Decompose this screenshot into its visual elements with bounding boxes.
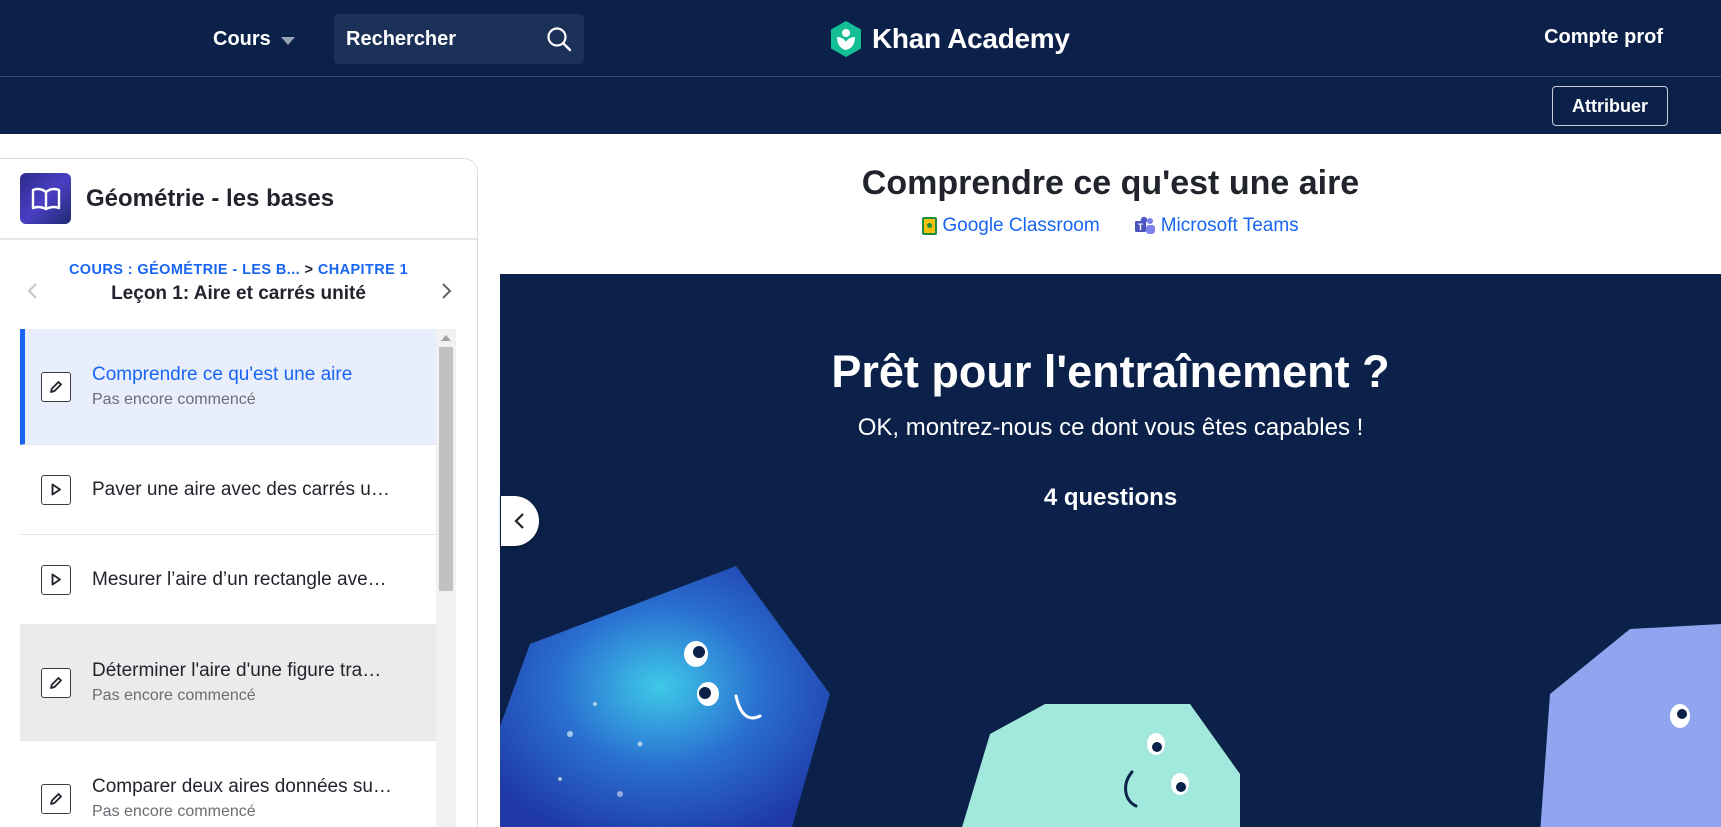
teacher-account-link[interactable]: Compte prof xyxy=(1544,26,1663,49)
breadcrumb-chapter-link[interactable]: CHAPITRE 1 xyxy=(318,262,408,278)
item-title: Comprendre ce qu'est une aire xyxy=(92,364,353,385)
assign-bar: Attribuer xyxy=(0,77,1721,134)
previous-lesson-icon[interactable] xyxy=(26,282,40,300)
microsoft-teams-label: Microsoft Teams xyxy=(1160,215,1299,236)
lesson-navigation: COURS : GÉOMÉTRIE - LES B... > CHAPITRE … xyxy=(0,240,477,320)
mint-hexagon-mascot xyxy=(962,704,1240,827)
scroll-thumb[interactable] xyxy=(439,347,453,591)
search-icon[interactable] xyxy=(546,26,572,52)
lesson-title: Leçon 1: Aire et carrés unité xyxy=(111,283,366,304)
breadcrumb-course-link[interactable]: COURS : GÉOMÉTRIE - LES B... xyxy=(69,262,300,278)
top-navigation: Cours Khan Academy Compte prof xyxy=(0,0,1721,77)
exercise-header: Comprendre ce qu'est une aire Google Cla… xyxy=(500,134,1721,274)
item-title: Comparer deux aires données su… xyxy=(92,776,392,797)
video-play-icon xyxy=(41,474,71,505)
item-title: Mesurer l’aire d’un rectangle ave… xyxy=(92,568,387,590)
exercise-pencil-icon xyxy=(41,667,71,698)
item-status: Pas encore commencé xyxy=(92,803,256,820)
exercise-pencil-icon xyxy=(41,783,71,814)
assign-button[interactable]: Attribuer xyxy=(1552,86,1668,126)
chevron-down-icon xyxy=(280,36,295,45)
list-item[interactable]: Paver une aire avec des carrés un… xyxy=(20,445,436,535)
page-title: Comprendre ce qu'est une aire xyxy=(861,164,1360,202)
course-header[interactable]: Géométrie - les bases xyxy=(0,159,477,240)
google-classroom-icon xyxy=(922,217,938,235)
practice-stage: Prêt pour l'entraînement ? OK, montrez-n… xyxy=(500,274,1721,827)
blue-hexagon-mascot xyxy=(500,566,830,827)
next-lesson-icon[interactable] xyxy=(439,282,453,300)
khan-academy-logo[interactable]: Khan Academy xyxy=(828,20,1070,58)
breadcrumb-separator: > xyxy=(304,262,314,278)
list-item[interactable]: Déterminer l'aire d'une figure tra… Pas … xyxy=(20,625,436,741)
course-sidebar: Géométrie - les bases COURS : GÉOMÉTRIE … xyxy=(0,158,478,827)
svg-text:T: T xyxy=(1137,222,1143,232)
share-links: Google Classroom T Microsoft Teams xyxy=(500,215,1721,237)
logo-text: Khan Academy xyxy=(872,23,1070,54)
item-title: Paver une aire avec des carrés un… xyxy=(92,478,392,500)
sidebar-scrollbar[interactable] xyxy=(436,329,456,827)
item-status: Pas encore commencé xyxy=(92,391,256,408)
practice-subtitle: OK, montrez-nous ce dont vous êtes capab… xyxy=(857,414,1364,441)
google-classroom-label: Google Classroom xyxy=(942,215,1100,236)
list-item[interactable]: Comparer deux aires données su… Pas enco… xyxy=(20,741,436,827)
periwinkle-hexagon-mascot xyxy=(1540,624,1721,827)
book-icon xyxy=(31,187,60,210)
google-classroom-link[interactable]: Google Classroom xyxy=(922,215,1100,237)
breadcrumb: COURS : GÉOMÉTRIE - LES B... > CHAPITRE … xyxy=(0,262,477,278)
item-status: Pas encore commencé xyxy=(92,687,256,704)
courses-label: Cours xyxy=(213,27,271,50)
video-play-icon xyxy=(41,564,71,595)
list-item[interactable]: Comprendre ce qu'est une aire Pas encore… xyxy=(20,329,436,445)
scroll-up-arrow-icon[interactable] xyxy=(441,335,451,341)
practice-title: Prêt pour l'entraînement ? xyxy=(831,346,1390,397)
courses-menu-button[interactable]: Cours xyxy=(213,24,295,54)
item-title: Déterminer l'aire d'une figure tra… xyxy=(92,660,382,681)
course-title: Géométrie - les bases xyxy=(86,184,335,212)
course-thumbnail xyxy=(20,173,71,224)
microsoft-teams-link[interactable]: T Microsoft Teams xyxy=(1134,215,1299,237)
search-box xyxy=(334,14,584,64)
chevron-left-icon xyxy=(514,513,524,529)
lesson-items-list: Comprendre ce qu'est une aire Pas encore… xyxy=(20,329,436,827)
question-count: 4 questions xyxy=(1043,484,1178,511)
search-input[interactable] xyxy=(346,27,536,51)
khan-leaf-logo-icon xyxy=(831,21,861,57)
exercise-pencil-icon xyxy=(41,371,71,402)
list-item[interactable]: Mesurer l’aire d’un rectangle ave… xyxy=(20,535,436,625)
microsoft-teams-icon: T xyxy=(1134,216,1155,234)
